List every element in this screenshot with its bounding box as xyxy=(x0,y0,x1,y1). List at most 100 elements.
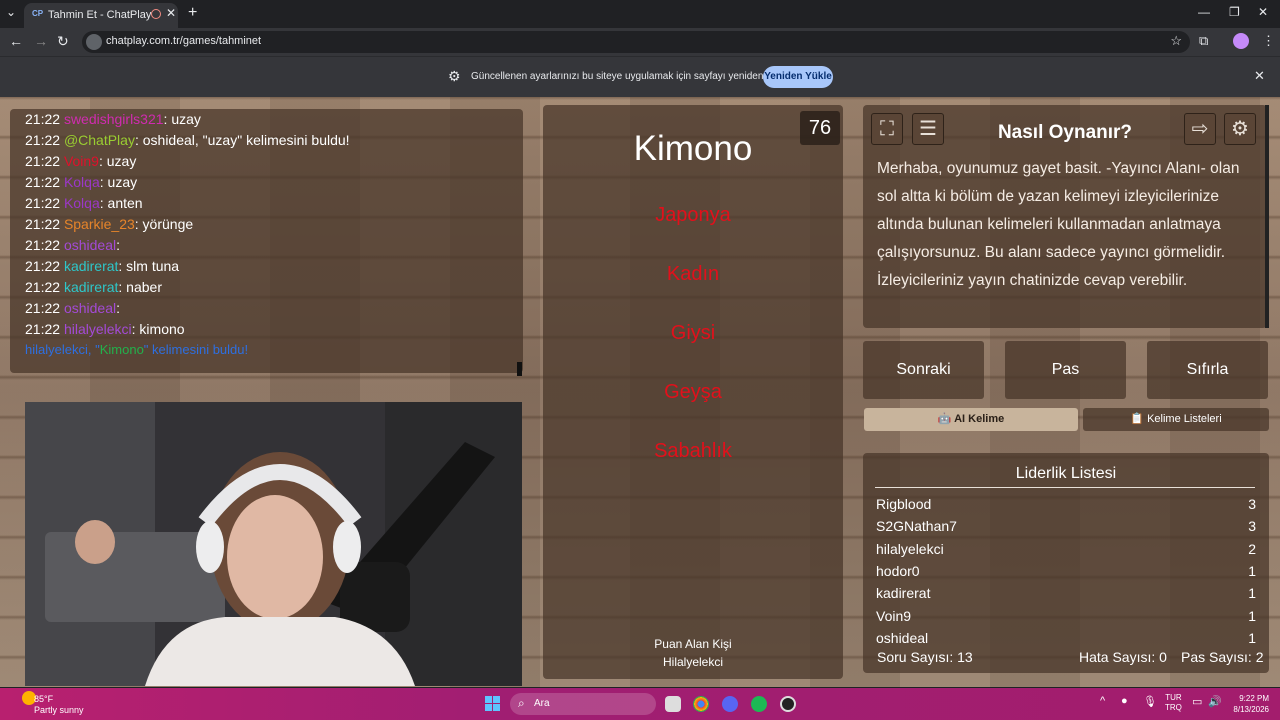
close-window-icon[interactable]: ✕ xyxy=(1258,5,1268,19)
notes-icon[interactable]: ☰ xyxy=(912,113,944,145)
chat-message: : uzay xyxy=(98,153,137,169)
found-word: Kimono xyxy=(99,342,144,357)
chat-username[interactable]: swedishgirls321 xyxy=(64,111,164,127)
tab-title: Tahmin Et - ChatPlay xyxy=(48,9,152,21)
forbidden-word: Kadın xyxy=(666,263,720,285)
chat-username[interactable]: Kolqa xyxy=(64,174,100,190)
chat-username[interactable]: @ChatPlay xyxy=(64,132,135,148)
chat-line: 21:22 Kolqa: uzay xyxy=(25,174,137,190)
windows-taskbar: 85°F Partly sunny ⌕ Ara ^ ● 🎙 TUR TRQ ▭ … xyxy=(0,688,1280,720)
leaderboard-row: hodor0 1 xyxy=(876,563,1256,583)
forward-icon[interactable]: → xyxy=(34,33,48,49)
next-button[interactable]: Sonraki xyxy=(863,341,984,399)
chat-time: 21:22 xyxy=(25,321,61,337)
chat-username[interactable]: oshideal xyxy=(64,300,116,316)
robot-icon: 🤖 xyxy=(937,413,955,425)
chat-time: 21:22 xyxy=(25,279,61,295)
fullscreen-icon[interactable]: ⛶ xyxy=(871,113,903,145)
browser-toolbar: ← → ↻ chatplay.com.tr/games/tahminet ☆ ⧉… xyxy=(0,28,1280,56)
tab-strip: ⌄ CP Tahmin Et - ChatPlay ✕ + — ❐ ✕ xyxy=(0,0,1280,28)
player-name: kadirerat xyxy=(876,585,931,602)
exit-icon[interactable]: ⇨ xyxy=(1184,113,1216,145)
leaderboard-row: Rigblood 3 xyxy=(876,496,1256,516)
chat-message: : uzay xyxy=(99,174,138,190)
pass-button[interactable]: Pas xyxy=(1005,341,1126,399)
lang-bottom: TRQ xyxy=(1165,703,1182,712)
close-infobar-icon[interactable]: ✕ xyxy=(1254,68,1265,84)
word-lists-button[interactable]: 📋 Kelime Listeleri xyxy=(1083,408,1269,431)
scorer-name: Hilalyelekci xyxy=(662,655,724,669)
settings-gear-icon: ⚙ xyxy=(448,68,461,84)
reload-page-button[interactable]: Yeniden Yükle xyxy=(763,66,833,88)
streamer-webcam xyxy=(25,402,522,686)
player-name: S2GNathan7 xyxy=(876,518,957,535)
word-lists-label: Kelime Listeleri xyxy=(1147,413,1222,425)
extensions-icon[interactable]: ⧉ xyxy=(1199,33,1208,49)
chat-time: 21:22 xyxy=(25,111,61,127)
minimize-icon[interactable]: — xyxy=(1198,5,1210,19)
chat-scrollbar[interactable] xyxy=(517,362,522,376)
how-to-play-text: Merhaba, oyunumuz gayet basit. -Yayıncı … xyxy=(877,160,1240,289)
windows-start-icon[interactable] xyxy=(485,696,500,711)
clock[interactable]: 9:22 PM 8/13/2026 xyxy=(1227,693,1269,715)
chat-username[interactable]: Voin9 xyxy=(64,153,99,169)
ai-word-button[interactable]: 🤖 AI Kelime xyxy=(864,408,1078,431)
player-score: 1 xyxy=(1248,629,1256,646)
chat-username[interactable]: hilalyelekci xyxy=(64,321,132,337)
tray-chevron-icon[interactable]: ^ xyxy=(1100,695,1105,707)
settings-icon[interactable]: ⚙ xyxy=(1224,113,1256,145)
menu-icon[interactable]: ⋮ xyxy=(1262,33,1275,49)
new-tab-icon[interactable]: + xyxy=(188,4,197,22)
chat-line: 21:22 oshideal: xyxy=(25,300,120,316)
found-notice: hilalyelekci, "Kimono" kelimesini buldu! xyxy=(25,342,248,357)
obs-icon[interactable] xyxy=(780,696,796,712)
bookmark-star-icon[interactable]: ☆ xyxy=(1170,33,1182,49)
lang-top: TUR xyxy=(1165,693,1182,702)
leaderboard-row: oshideal 1 xyxy=(876,630,1256,650)
chat-line: 21:22 Voin9: uzay xyxy=(25,153,136,169)
chat-message: : anten xyxy=(99,195,143,211)
profile-avatar[interactable] xyxy=(1233,33,1249,49)
tab-search-icon[interactable]: ⌄ xyxy=(6,5,16,19)
found-end: " kelimesini buldu! xyxy=(143,342,249,357)
leaderboard-row: S2GNathan7 3 xyxy=(876,518,1256,538)
chat-message: : naber xyxy=(118,279,162,295)
keyboard-language[interactable]: TUR TRQ xyxy=(1165,693,1182,713)
chat-username[interactable]: oshideal xyxy=(64,237,116,253)
chat-time: 21:22 xyxy=(25,174,61,190)
error-count: Hata Sayısı: 0 xyxy=(1079,649,1167,665)
chat-line: 21:22 Sparkie_23: yörünge xyxy=(25,216,193,232)
chrome-icon[interactable] xyxy=(693,696,709,712)
browser-tab[interactable]: CP Tahmin Et - ChatPlay ✕ xyxy=(24,3,178,28)
taskbar-search[interactable]: ⌕ Ara xyxy=(510,693,656,715)
network-app-icon[interactable]: ● xyxy=(1121,695,1128,707)
weather-temp: 85°F xyxy=(34,694,54,704)
address-bar[interactable]: chatplay.com.tr/games/tahminet ☆ xyxy=(82,31,1190,53)
player-score: 1 xyxy=(1248,607,1256,624)
chat-username[interactable]: Kolqa xyxy=(64,195,100,211)
chat-time: 21:22 xyxy=(25,153,61,169)
site-info-icon[interactable] xyxy=(86,34,102,50)
chat-line: 21:22 swedishgirls321: uzay xyxy=(25,111,201,127)
close-tab-icon[interactable]: ✕ xyxy=(166,6,176,20)
microphone-icon[interactable]: 🎙 xyxy=(1143,695,1157,708)
chat-time: 21:22 xyxy=(25,132,61,148)
chat-username[interactable]: kadirerat xyxy=(64,258,118,274)
chat-username[interactable]: Sparkie_23 xyxy=(64,216,135,232)
chat-line: 21:22 @ChatPlay: oshideal, "uzay" kelime… xyxy=(25,132,350,148)
how-to-scrollbar[interactable] xyxy=(1265,105,1269,328)
discord-icon[interactable] xyxy=(722,696,738,712)
reset-button[interactable]: Sıfırla xyxy=(1147,341,1268,399)
display-icon[interactable]: ▭ xyxy=(1192,695,1202,708)
player-score: 2 xyxy=(1248,540,1256,557)
restore-icon[interactable]: ❐ xyxy=(1229,5,1240,19)
back-icon[interactable]: ← xyxy=(9,33,23,49)
task-view-icon[interactable] xyxy=(665,696,681,712)
spotify-icon[interactable] xyxy=(751,696,767,712)
chat-line: 21:22 hilalyelekci: kimono xyxy=(25,321,185,337)
reload-icon[interactable]: ↻ xyxy=(57,33,69,50)
leaderboard-panel: Liderlik Listesi Rigblood 3 S2GNathan7 3 hil… xyxy=(863,453,1269,673)
chat-username[interactable]: kadirerat xyxy=(64,279,118,295)
volume-icon[interactable]: 🔊 xyxy=(1208,695,1222,708)
found-user: hilalyelekci xyxy=(25,342,88,357)
